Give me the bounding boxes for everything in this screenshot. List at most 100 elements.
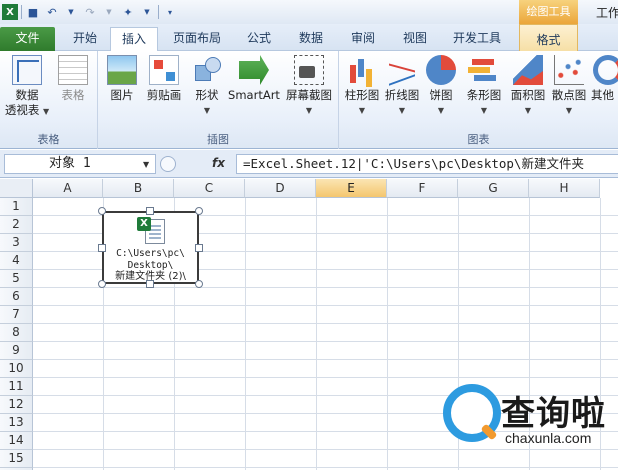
resize-handle-left[interactable] [98, 244, 106, 252]
smartart-button[interactable]: SmartArt [226, 55, 282, 103]
save-icon[interactable]: ■ [25, 4, 41, 20]
customize-qat-icon[interactable]: ▾ [162, 4, 178, 20]
insert-function-icon[interactable]: fx [212, 156, 225, 170]
pivot-table-button[interactable]: 数据 透视表 ▼ [4, 55, 50, 119]
screenshot-button[interactable]: 屏幕截图 ▼ [282, 55, 336, 118]
tab-review[interactable]: 审阅 [340, 27, 386, 51]
formula-input[interactable]: =Excel.Sheet.12|'C:\Users\pc\Desktop\新建文… [236, 154, 618, 174]
row-header-13[interactable]: 13 [0, 414, 33, 432]
tab-home[interactable]: 开始 [60, 27, 110, 51]
row-header-14[interactable]: 14 [0, 432, 33, 450]
row-header-1[interactable]: 1 [0, 198, 33, 216]
line-chart-button[interactable]: 折线图 ▼ [383, 55, 421, 118]
object-path-label: C:\Users\pc\ Desktop\ 新建文件夹 (2)\ [104, 248, 197, 283]
quick-access-toolbar: X ■ ↶ ▼ ↷ ▼ ✦ ▼ ▾ [2, 3, 178, 21]
area-chart-label: 面积图 [510, 88, 546, 102]
row-header-2[interactable]: 2 [0, 216, 33, 234]
area-chart-button[interactable]: 面积图 ▼ [509, 55, 547, 118]
tab-formulas[interactable]: 公式 [236, 27, 282, 51]
scatter-chart-button[interactable]: 散点图 ▼ [549, 55, 589, 118]
column-chart-label: 柱形图 [344, 88, 380, 102]
tab-file[interactable]: 文件 [0, 27, 55, 51]
tools-icon[interactable]: ✦ [120, 4, 136, 20]
undo-icon[interactable]: ↶ [44, 4, 60, 20]
shapes-label: 形状 [195, 88, 219, 102]
bar-chart-label: 条形图 [466, 88, 502, 102]
column-header-h[interactable]: H [529, 179, 600, 198]
line-chart-label: 折线图 [384, 88, 420, 102]
table-label: 表格 [61, 88, 85, 102]
row-header-10[interactable]: 10 [0, 360, 33, 378]
row-header-4[interactable]: 4 [0, 252, 33, 270]
tab-format[interactable]: 格式 [519, 24, 578, 51]
tab-data[interactable]: 数据 [288, 27, 334, 51]
window-title: 工作 [596, 6, 618, 20]
column-chart-icon [347, 55, 377, 85]
resize-handle-right[interactable] [195, 244, 203, 252]
pivot-table-label-line2: 透视表 [4, 103, 40, 117]
tab-developer[interactable]: 开发工具 [444, 27, 510, 51]
column-header-c[interactable]: C [174, 179, 245, 198]
chevron-down-icon: ▼ [203, 106, 211, 115]
screenshot-label: 屏幕截图 [286, 88, 332, 102]
column-header-a[interactable]: A [33, 179, 103, 198]
embedded-excel-object[interactable]: X C:\Users\pc\ Desktop\ 新建文件夹 (2)\ [102, 211, 199, 284]
row-header-5[interactable]: 5 [0, 270, 33, 288]
row-header-9[interactable]: 9 [0, 342, 33, 360]
bar-chart-icon [469, 55, 499, 85]
chevron-down-icon: ▼ [480, 106, 488, 115]
resize-handle-bottom-left[interactable] [98, 280, 106, 288]
row-header-11[interactable]: 11 [0, 378, 33, 396]
group-label-charts: 图表 [467, 133, 490, 146]
group-label-tables: 表格 [37, 133, 60, 146]
tab-view[interactable]: 视图 [392, 27, 438, 51]
column-header-g[interactable]: G [458, 179, 529, 198]
drawing-tools-contextual-group: 绘图工具 [519, 0, 578, 24]
tab-page-layout[interactable]: 页面布局 [166, 27, 228, 51]
scatter-chart-label: 散点图 [551, 88, 587, 102]
clipart-button[interactable]: 剪贴画 [142, 55, 186, 103]
screenshot-icon [294, 55, 324, 85]
tab-insert[interactable]: 插入 [110, 27, 158, 51]
ribbon-insert: 数据 透视表 ▼ 表格 表格 图片 剪贴画 形状 ▼ SmartArt 屏幕截图… [0, 51, 618, 149]
other-chart-button[interactable]: 其他 [591, 55, 618, 103]
row-header-12[interactable]: 12 [0, 396, 33, 414]
column-header-b[interactable]: B [103, 179, 174, 198]
chevron-down-icon[interactable]: ▼ [101, 4, 117, 20]
chevron-down-icon: ▼ [305, 106, 313, 115]
pie-chart-icon [426, 55, 456, 85]
row-header-15[interactable]: 15 [0, 450, 33, 468]
shapes-button[interactable]: 形状 ▼ [188, 55, 226, 118]
chevron-down-icon[interactable]: ▼ [143, 160, 149, 169]
row-header-7[interactable]: 7 [0, 306, 33, 324]
chevron-down-icon[interactable]: ▼ [139, 4, 155, 20]
excel-app-icon[interactable]: X [2, 4, 18, 20]
select-all-corner[interactable] [0, 179, 33, 198]
chevron-down-icon: ▼ [565, 106, 573, 115]
resize-handle-bottom[interactable] [146, 280, 154, 288]
redo-icon[interactable]: ↷ [82, 4, 98, 20]
table-button[interactable]: 表格 [52, 55, 94, 103]
column-header-d[interactable]: D [245, 179, 316, 198]
chevron-down-icon[interactable]: ▼ [63, 4, 79, 20]
row-header-8[interactable]: 8 [0, 324, 33, 342]
row-header-3[interactable]: 3 [0, 234, 33, 252]
smartart-label: SmartArt [228, 88, 280, 102]
column-header-e[interactable]: E [316, 179, 387, 198]
resize-handle-top[interactable] [146, 207, 154, 215]
picture-button[interactable]: 图片 [104, 55, 140, 103]
resize-handle-top-right[interactable] [195, 207, 203, 215]
formula-bar-toggle[interactable] [160, 156, 176, 172]
column-header-f[interactable]: F [387, 179, 458, 198]
clipart-icon [149, 55, 179, 85]
column-chart-button[interactable]: 柱形图 ▼ [343, 55, 381, 118]
bar-chart-button[interactable]: 条形图 ▼ [461, 55, 507, 118]
row-header-6[interactable]: 6 [0, 288, 33, 306]
pie-chart-button[interactable]: 饼图 ▼ [425, 55, 457, 118]
resize-handle-top-left[interactable] [98, 207, 106, 215]
group-label-illustrations: 插图 [207, 133, 229, 146]
picture-icon [107, 55, 137, 85]
name-box[interactable]: 对象 1 [4, 154, 156, 174]
resize-handle-bottom-right[interactable] [195, 280, 203, 288]
chevron-down-icon: ▼ [437, 106, 445, 115]
